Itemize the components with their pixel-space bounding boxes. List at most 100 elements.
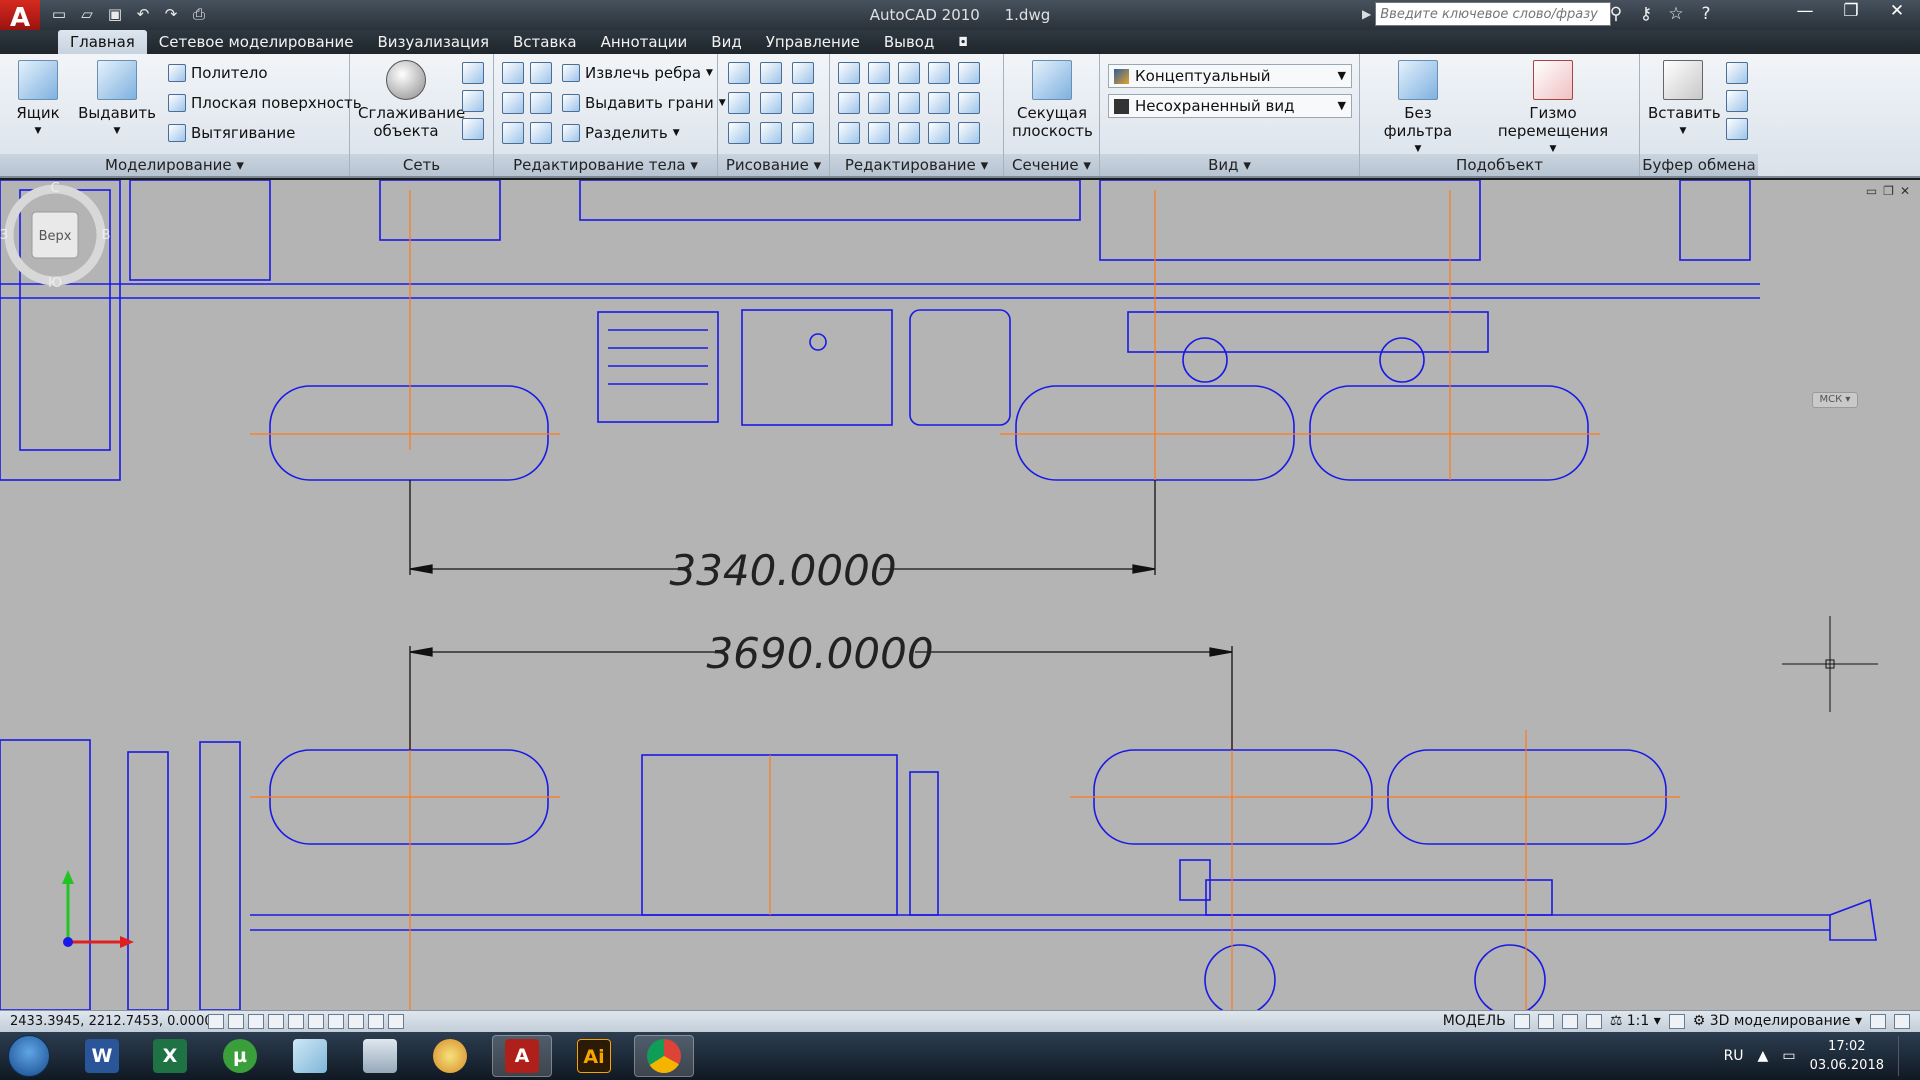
polyline-icon[interactable] [728,62,750,84]
lock-icon[interactable] [1870,1013,1886,1029]
3d-mirror-icon[interactable] [928,62,950,84]
otrack-toggle-icon[interactable] [328,1014,344,1029]
viewcube-north[interactable]: С [50,181,59,196]
move-gizmo-button[interactable]: Гизмо перемещения ▼ [1478,60,1628,158]
star-icon[interactable]: ☆ [1666,4,1686,24]
search-input[interactable] [1375,2,1612,26]
restore-button[interactable]: ❐ [1828,0,1874,24]
smooth-object-button[interactable]: Сглаживание объекта [358,60,465,140]
thicken-icon[interactable] [530,122,552,144]
zoom-icon[interactable] [1585,1013,1602,1029]
search-expand-icon[interactable]: ▶ [1362,7,1371,21]
viewcube-east[interactable]: В [102,228,110,243]
viewcube[interactable]: Верх С Ю З В [0,180,110,290]
tab-home[interactable]: Главная [58,30,147,54]
plot-icon[interactable]: ⎙ [188,4,210,24]
3d-array-icon[interactable] [868,92,890,114]
pan-icon[interactable] [1561,1013,1578,1029]
clean-screen-icon[interactable] [1894,1013,1910,1029]
helix-icon[interactable] [760,62,782,84]
coordinate-readout[interactable]: 2433.3945, 2212.7453, 0.0000 [10,1014,213,1029]
tab-mesh-modeling[interactable]: Сетевое моделирование [147,30,366,54]
separate-button[interactable]: Разделить ▼ [562,124,680,142]
panel-title-clipboard[interactable]: Буфер обмена [1640,154,1758,176]
stretch-icon[interactable] [898,122,920,144]
no-filter-button[interactable]: Без фильтра ▼ [1368,60,1468,158]
fillet-icon[interactable] [838,92,860,114]
taskbar-word[interactable]: W [72,1035,132,1077]
arc-icon[interactable] [792,62,814,84]
taskbar-notes[interactable] [280,1035,340,1077]
clock[interactable]: 17:02 03.06.2018 [1810,1037,1884,1075]
panel-title-draw[interactable]: Рисование ▾ [718,154,829,176]
erase-icon[interactable] [928,122,950,144]
copy-icon[interactable] [1726,90,1748,112]
copy-object-icon[interactable] [838,62,860,84]
key-icon[interactable]: ⚷ [1636,4,1656,24]
scale-icon[interactable] [928,92,950,114]
extract-edges-button[interactable]: Извлечь ребра ▼ [562,64,713,82]
match-properties-icon[interactable] [1726,118,1748,140]
model-space-canvas[interactable]: 3340.0000 3690.0000 ▭ ❐ ✕ Верх С Ю З В М… [0,180,1920,1010]
3d-osnap-toggle-icon[interactable] [308,1014,324,1029]
taskbar-paint[interactable] [420,1035,480,1077]
model-space-button[interactable]: МОДЕЛЬ [1443,1013,1506,1029]
dyn-toggle-icon[interactable] [368,1014,384,1029]
join-icon[interactable] [958,122,980,144]
polar-toggle-icon[interactable] [268,1014,284,1029]
show-desktop-button[interactable] [1898,1036,1910,1076]
polygon-icon[interactable] [728,122,750,144]
redo-icon[interactable]: ↷ [160,4,182,24]
box-button[interactable]: Ящик ▼ [10,60,66,140]
dimension-text-top[interactable]: 3340.0000 [669,546,896,595]
visual-style-dropdown[interactable]: Концептуальный ▼ [1108,64,1352,88]
quick-view-drawings-icon[interactable] [1537,1013,1554,1029]
move-icon[interactable] [898,62,920,84]
planar-surface-button[interactable]: Плоская поверхность [168,94,362,112]
quick-view-layouts-icon[interactable] [1513,1013,1530,1029]
windows-start-button[interactable] [8,1035,50,1077]
viewport-minimize-icon[interactable]: ▭ [1866,184,1877,198]
taskbar-autocad[interactable]: A [492,1035,552,1077]
intersect-icon[interactable] [502,122,524,144]
viewport-close-icon[interactable]: ✕ [1900,184,1910,198]
ribbon-minimize-icon[interactable]: ◘ [946,30,980,54]
union-icon[interactable] [502,62,524,84]
section-plane-button[interactable]: Секущая плоскость [1012,60,1093,140]
grid-toggle-icon[interactable] [228,1014,244,1029]
circle-icon[interactable] [792,92,814,114]
panel-title-section[interactable]: Сечение ▾ [1004,154,1099,176]
cut-icon[interactable] [1726,62,1748,84]
help-icon[interactable]: ? [1696,4,1716,24]
ucs-menu[interactable]: МСК ▾ [1812,392,1858,408]
extrude-button[interactable]: Выдавить ▼ [78,60,156,140]
osnap-toggle-icon[interactable] [288,1014,304,1029]
3d-rotate-icon[interactable] [868,62,890,84]
panel-title-view[interactable]: Вид ▾ [1100,154,1359,176]
undo-icon[interactable]: ↶ [132,4,154,24]
binoculars-icon[interactable]: ⚲ [1606,4,1626,24]
taskbar-calculator[interactable] [350,1035,410,1077]
panel-title-mesh[interactable]: Сеть [350,154,493,176]
panel-title-subobject[interactable]: Подобъект [1360,154,1639,176]
annotation-scale[interactable]: ⚖ 1:1 ▾ [1610,1013,1661,1029]
panel-title-modify[interactable]: Редактирование ▾ [830,154,1003,176]
tab-insert[interactable]: Вставка [501,30,589,54]
sweep-button[interactable]: Вытягивание [168,124,295,142]
paste-button[interactable]: Вставить ▼ [1648,60,1721,140]
tab-manage[interactable]: Управление [754,30,872,54]
panel-title-modeling[interactable]: Моделирование ▾ [0,154,349,176]
minimize-button[interactable]: — [1782,0,1828,24]
viewcube-face-label[interactable]: Верх [39,229,72,244]
snap-toggle-icon[interactable] [208,1014,224,1029]
ducs-toggle-icon[interactable] [348,1014,364,1029]
save-icon[interactable]: ▣ [104,4,126,24]
close-button[interactable]: ✕ [1874,0,1920,24]
ellipse-icon[interactable] [792,122,814,144]
line-icon[interactable] [760,92,782,114]
taskbar-utorrent[interactable]: µ [210,1035,270,1077]
viewcube-west[interactable]: З [0,228,8,243]
mesh-refine-icon[interactable] [462,62,484,84]
language-indicator[interactable]: RU [1724,1048,1744,1064]
workspace-switch[interactable]: ⚙ 3D моделирование ▾ [1693,1013,1862,1029]
